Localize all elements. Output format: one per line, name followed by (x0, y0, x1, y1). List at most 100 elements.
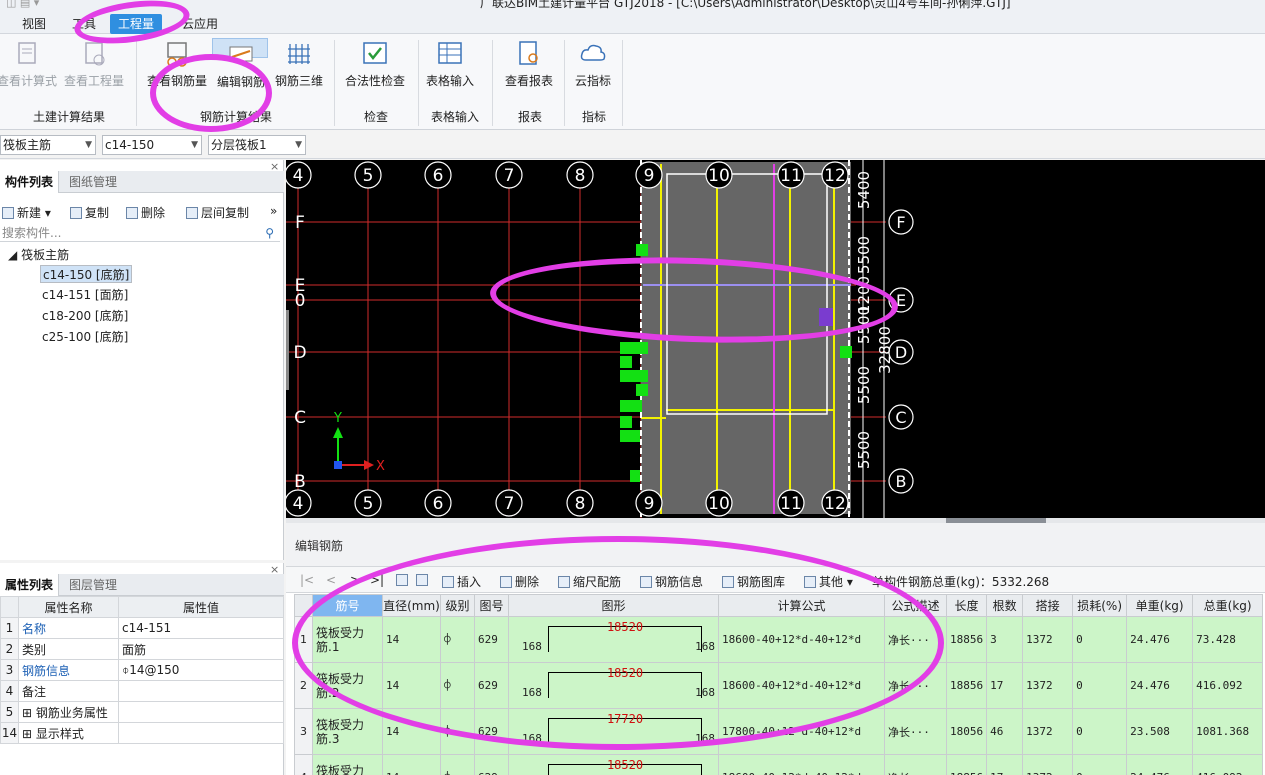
new-button[interactable]: 新建 ▾ (2, 204, 51, 221)
unit-weight-cell[interactable]: 24.476 (1126, 662, 1194, 709)
expand-icon[interactable]: ⊞ (22, 706, 32, 720)
layer-select[interactable]: 分层筏板1 ▼ (208, 135, 306, 155)
loss-cell[interactable]: 0 (1072, 754, 1128, 775)
copy-button[interactable]: 复制 (70, 204, 109, 221)
property-row[interactable]: 5 ⊞ 钢筋业务属性 (0, 701, 284, 723)
drawing-canvas[interactable]: 4 5 6 7 8 9 10 11 12 4 5 6 7 8 9 10 11 12 FE0DCB FEDCB 5… (286, 160, 1265, 518)
edit-rebar-button[interactable]: 编辑钢筋 (212, 38, 268, 89)
figure-no-cell[interactable]: 629 (474, 616, 509, 663)
lap-cell[interactable]: 1372 (1022, 754, 1074, 775)
rebar-library-button[interactable]: 钢筋图库 (722, 573, 785, 590)
property-value[interactable]: c14-151 (118, 617, 284, 639)
quick-access-icons[interactable]: ◫ ▤ ▾ (6, 0, 39, 9)
component-type-select[interactable]: 筏板主筋 ▼ (0, 135, 96, 155)
formula-cell[interactable]: 18600-40+12*d-40+12*d (718, 662, 885, 709)
cad-drawing[interactable]: 4 5 6 7 8 9 10 11 12 4 5 6 7 8 9 10 11 12 FE0DCB FEDCB 5… (286, 160, 1265, 518)
header-grade[interactable]: 级别 (440, 594, 475, 617)
property-value[interactable] (118, 680, 284, 702)
loss-cell[interactable]: 0 (1072, 662, 1128, 709)
property-value[interactable] (118, 722, 284, 744)
unit-weight-cell[interactable]: 24.476 (1126, 754, 1194, 775)
loss-cell[interactable]: 0 (1072, 708, 1128, 755)
unit-weight-cell[interactable]: 23.508 (1126, 708, 1194, 755)
count-cell[interactable]: 17 (986, 754, 1024, 775)
table-row[interactable]: 3 筏板受力筋.3 14 ⌽ 629 168 17720 168 17800-40+12*d-4… (294, 708, 1264, 755)
shape-cell[interactable]: 168 18520 168 (508, 662, 719, 709)
table-input-button[interactable]: 表格输入 (422, 38, 478, 102)
first-page-button[interactable]: |< (300, 573, 314, 587)
total-weight-cell[interactable]: 416.092 (1192, 754, 1264, 775)
total-weight-cell[interactable]: 73.428 (1192, 616, 1264, 663)
property-row[interactable]: 1 名称 c14-151 (0, 617, 284, 639)
view-rebar-button[interactable]: 查看钢筋量 (144, 38, 210, 102)
shape-cell[interactable]: 168 17720 168 (508, 708, 719, 755)
last-page-button[interactable]: >| (370, 573, 384, 587)
more-icon[interactable]: » (270, 204, 277, 218)
tree-item[interactable]: c18-200 [底筋] (40, 307, 130, 325)
property-row[interactable]: 2 类别 面筋 (0, 638, 284, 660)
rebar-info-button[interactable]: 钢筋信息 (640, 573, 703, 590)
diameter-cell[interactable]: 14 (382, 616, 441, 663)
formula-desc-cell[interactable]: 净长··· (884, 662, 947, 709)
header-shape[interactable]: 图形 (508, 594, 719, 617)
figure-no-cell[interactable]: 629 (474, 662, 509, 709)
component-spec-select[interactable]: c14-150 ▼ (102, 135, 202, 155)
length-cell[interactable]: 18056 (945, 708, 988, 755)
bar-name-cell[interactable]: 筏板受力筋.1 (312, 616, 383, 663)
header-length[interactable]: 长度 (945, 594, 988, 617)
grade-cell[interactable]: ⌽ (440, 754, 475, 775)
loss-cell[interactable]: 0 (1072, 616, 1128, 663)
menu-tools[interactable]: 工具 (64, 14, 104, 34)
view-quantity-button[interactable]: 查看工程量 (62, 38, 126, 102)
grade-cell[interactable]: ⌽ (440, 708, 475, 755)
prev-page-button[interactable]: < (326, 573, 336, 587)
tree-root[interactable]: ◢ 筏板主筋 (8, 246, 69, 263)
rebar-3d-button[interactable]: 钢筋三维 (272, 38, 326, 102)
header-loss[interactable]: 损耗(%) (1072, 594, 1128, 617)
count-cell[interactable]: 46 (986, 708, 1024, 755)
bar-name-cell[interactable]: 筏板受力筋.3 (312, 708, 383, 755)
header-diameter[interactable]: 直径(mm) (382, 594, 441, 617)
diameter-cell[interactable]: 14 (382, 662, 441, 709)
diameter-cell[interactable]: 14 (382, 708, 441, 755)
tab-component-list[interactable]: 构件列表 (0, 171, 60, 193)
next-page-button[interactable]: > (350, 573, 360, 587)
total-weight-cell[interactable]: 1081.368 (1192, 708, 1264, 755)
property-row[interactable]: 3 钢筋信息 ⌽14@150 (0, 659, 284, 681)
view-report-button[interactable]: 查看报表 (500, 38, 558, 102)
header-bar-number[interactable]: 筋号 (312, 594, 383, 617)
header-count[interactable]: 根数 (986, 594, 1024, 617)
copy-between-floors-button[interactable]: 层间复制 (186, 204, 249, 221)
header-figure-no[interactable]: 图号 (474, 594, 509, 617)
menu-cloud-app[interactable]: 云应用 (174, 14, 226, 34)
unit-weight-cell[interactable]: 24.476 (1126, 616, 1194, 663)
diameter-cell[interactable]: 14 (382, 754, 441, 775)
legality-check-button[interactable]: 合法性检查 (340, 38, 410, 102)
formula-cell[interactable]: 18600-40+12*d-40+12*d (718, 754, 885, 775)
count-cell[interactable]: 3 (986, 616, 1024, 663)
tab-property-list[interactable]: 属性列表 (0, 574, 60, 596)
move-up-button[interactable] (396, 573, 411, 587)
formula-cell[interactable]: 18600-40+12*d-40+12*d (718, 616, 885, 663)
figure-no-cell[interactable]: 629 (474, 754, 509, 775)
lap-cell[interactable]: 1372 (1022, 662, 1074, 709)
header-formula[interactable]: 计算公式 (718, 594, 885, 617)
total-weight-cell[interactable]: 416.092 (1192, 662, 1264, 709)
insert-button[interactable]: 插入 (442, 573, 481, 590)
table-row[interactable]: 2 筏板受力筋.2 14 ⌽ 629 168 18520 168 18600-40+12*d-4… (294, 662, 1264, 709)
shape-cell[interactable]: 168 18520 168 (508, 616, 719, 663)
search-icon[interactable]: ⚲ (265, 224, 274, 242)
formula-desc-cell[interactable]: 净长··· (884, 708, 947, 755)
bar-name-cell[interactable]: 筏板受力筋.2 (312, 662, 383, 709)
expand-icon[interactable]: ⊞ (22, 727, 32, 741)
formula-desc-cell[interactable]: 净长··· (884, 754, 947, 775)
cloud-index-button[interactable]: 云指标 (570, 38, 616, 102)
tab-layer-management[interactable]: 图层管理 (64, 574, 122, 596)
property-value[interactable]: ⌽14@150 (118, 659, 284, 681)
formula-cell[interactable]: 17800-40+12*d-40+12*d (718, 708, 885, 755)
count-cell[interactable]: 17 (986, 662, 1024, 709)
header-formula-desc[interactable]: 公式描述 (884, 594, 947, 617)
header-total-weight[interactable]: 总重(kg) (1192, 594, 1264, 617)
tab-drawing-management[interactable]: 图纸管理 (64, 171, 122, 193)
figure-no-cell[interactable]: 629 (474, 708, 509, 755)
